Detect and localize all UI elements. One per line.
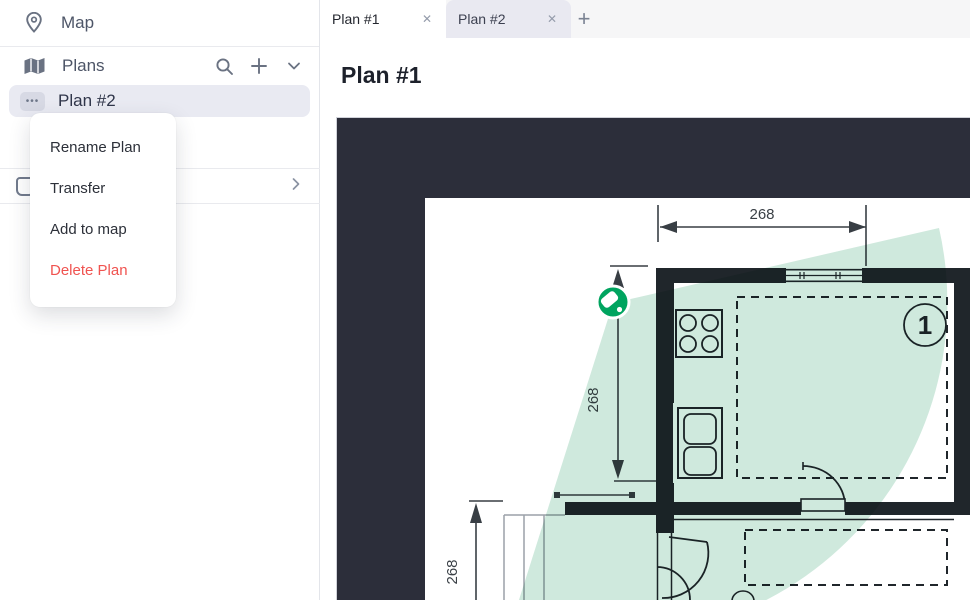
map-pin-icon [24,12,44,34]
tab-plan-2[interactable]: Plan #2 ✕ [446,0,571,38]
plans-map-icon [23,56,46,76]
search-icon[interactable] [213,55,235,77]
menu-item-transfer[interactable]: Transfer [30,168,176,209]
tab-plan-1[interactable]: Plan #1 ✕ [320,0,446,38]
sidebar-item-map[interactable]: Map [0,0,319,47]
menu-item-add-to-map[interactable]: Add to map [30,209,176,250]
sidebar: Map Plans [0,0,320,600]
tab-plan-2-label: Plan #2 [458,11,505,27]
plan-context-menu: Rename Plan Transfer Add to map Delete P… [30,113,176,307]
menu-item-delete-plan[interactable]: Delete Plan [30,250,176,291]
sidebar-plans-label: Plans [62,56,105,76]
app-window: Map Plans [0,0,970,600]
menu-item-rename-plan[interactable]: Rename Plan [30,127,176,168]
plan-options-dots-icon[interactable]: ••• [20,92,45,111]
sidebar-map-label: Map [61,13,94,33]
svg-text:268: 268 [444,559,461,584]
tab-bar: Plan #1 ✕ Plan #2 ✕ + [320,0,970,38]
chevron-right-icon[interactable] [288,176,304,197]
device-marker[interactable] [597,286,629,318]
chevron-down-icon[interactable] [283,55,305,77]
floor-plan-drawing: 1 268 268 [337,118,970,600]
svg-text:268: 268 [749,206,774,223]
close-tab-icon[interactable]: ✕ [545,10,559,28]
page-title: Plan #1 [341,62,422,89]
new-tab-button[interactable]: + [570,5,598,33]
close-tab-icon[interactable]: ✕ [420,10,434,28]
plan-2-label: Plan #2 [58,91,116,111]
floor-plan-canvas[interactable]: 1 268 268 [337,118,970,600]
tab-plan-1-label: Plan #1 [332,11,379,27]
plans-actions [213,55,305,77]
sidebar-section-plans[interactable]: Plans [0,47,319,85]
add-plan-icon[interactable] [248,55,270,77]
